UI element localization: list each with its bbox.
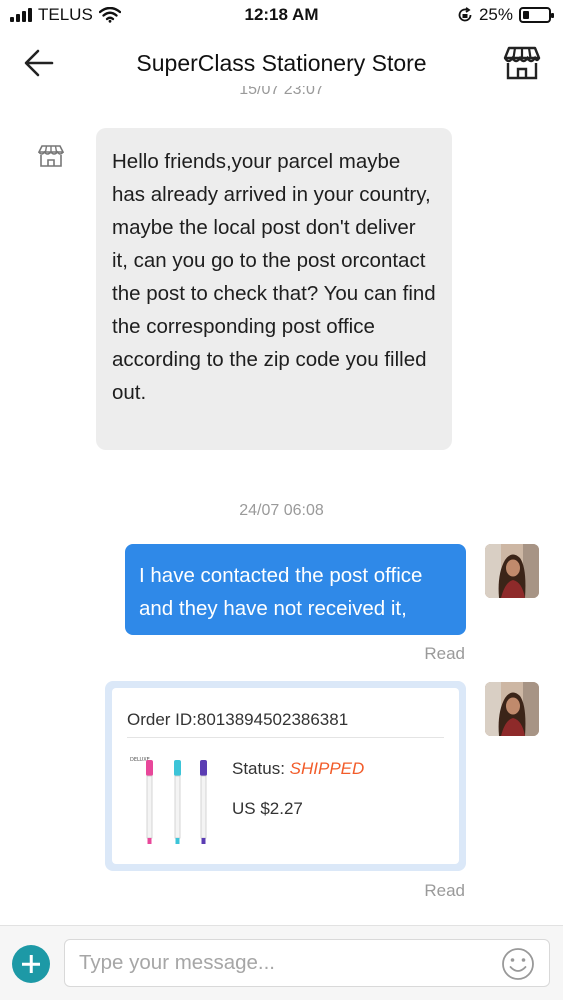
order-divider <box>127 737 444 738</box>
order-card[interactable]: Order ID:8013894502386381 DELUXE Status:… <box>105 681 466 871</box>
order-card-body: Order ID:8013894502386381 DELUXE Status:… <box>112 688 459 864</box>
user-avatar[interactable] <box>485 682 539 736</box>
back-arrow-icon <box>24 49 54 77</box>
battery-icon <box>519 7 554 23</box>
avatar-photo-icon <box>485 682 539 736</box>
timestamp-clipped: 15/07 23:07 <box>239 86 324 98</box>
status-right: 25% <box>457 5 554 25</box>
store-icon <box>503 46 541 80</box>
back-button[interactable] <box>22 46 62 82</box>
avatar-photo-icon <box>485 544 539 598</box>
status-bar: TELUS 12:18 AM 25% <box>0 0 563 32</box>
read-receipt: Read <box>424 881 465 900</box>
store-avatar-icon <box>38 145 64 167</box>
user-avatar[interactable] <box>485 544 539 598</box>
message-timestamp: 24/07 06:08 <box>239 502 324 519</box>
order-status: Status: SHIPPED <box>232 759 365 778</box>
add-attachment-button[interactable] <box>12 945 50 983</box>
product-image[interactable]: DELUXE <box>128 752 216 852</box>
battery-percent: 25% <box>478 5 513 24</box>
incoming-message-bubble[interactable]: Hello friends,your parcel maybe has alre… <box>96 128 452 450</box>
outgoing-message-bubble[interactable]: I have contacted the post office and the… <box>125 544 466 635</box>
emoji-icon[interactable] <box>501 947 535 981</box>
order-id: Order ID:8013894502386381 <box>127 710 349 729</box>
order-status-value: SHIPPED <box>289 759 365 778</box>
store-button[interactable] <box>503 45 543 83</box>
message-composer <box>0 925 563 1000</box>
battery-level <box>523 11 529 19</box>
rotation-lock-icon <box>458 7 472 22</box>
chat-header: SuperClass Stationery Store <box>0 32 563 94</box>
order-price: US $2.27 <box>232 799 303 818</box>
store-title: SuperClass Stationery Store <box>136 50 427 76</box>
read-receipt: Read <box>424 644 465 663</box>
message-input[interactable] <box>64 939 550 987</box>
